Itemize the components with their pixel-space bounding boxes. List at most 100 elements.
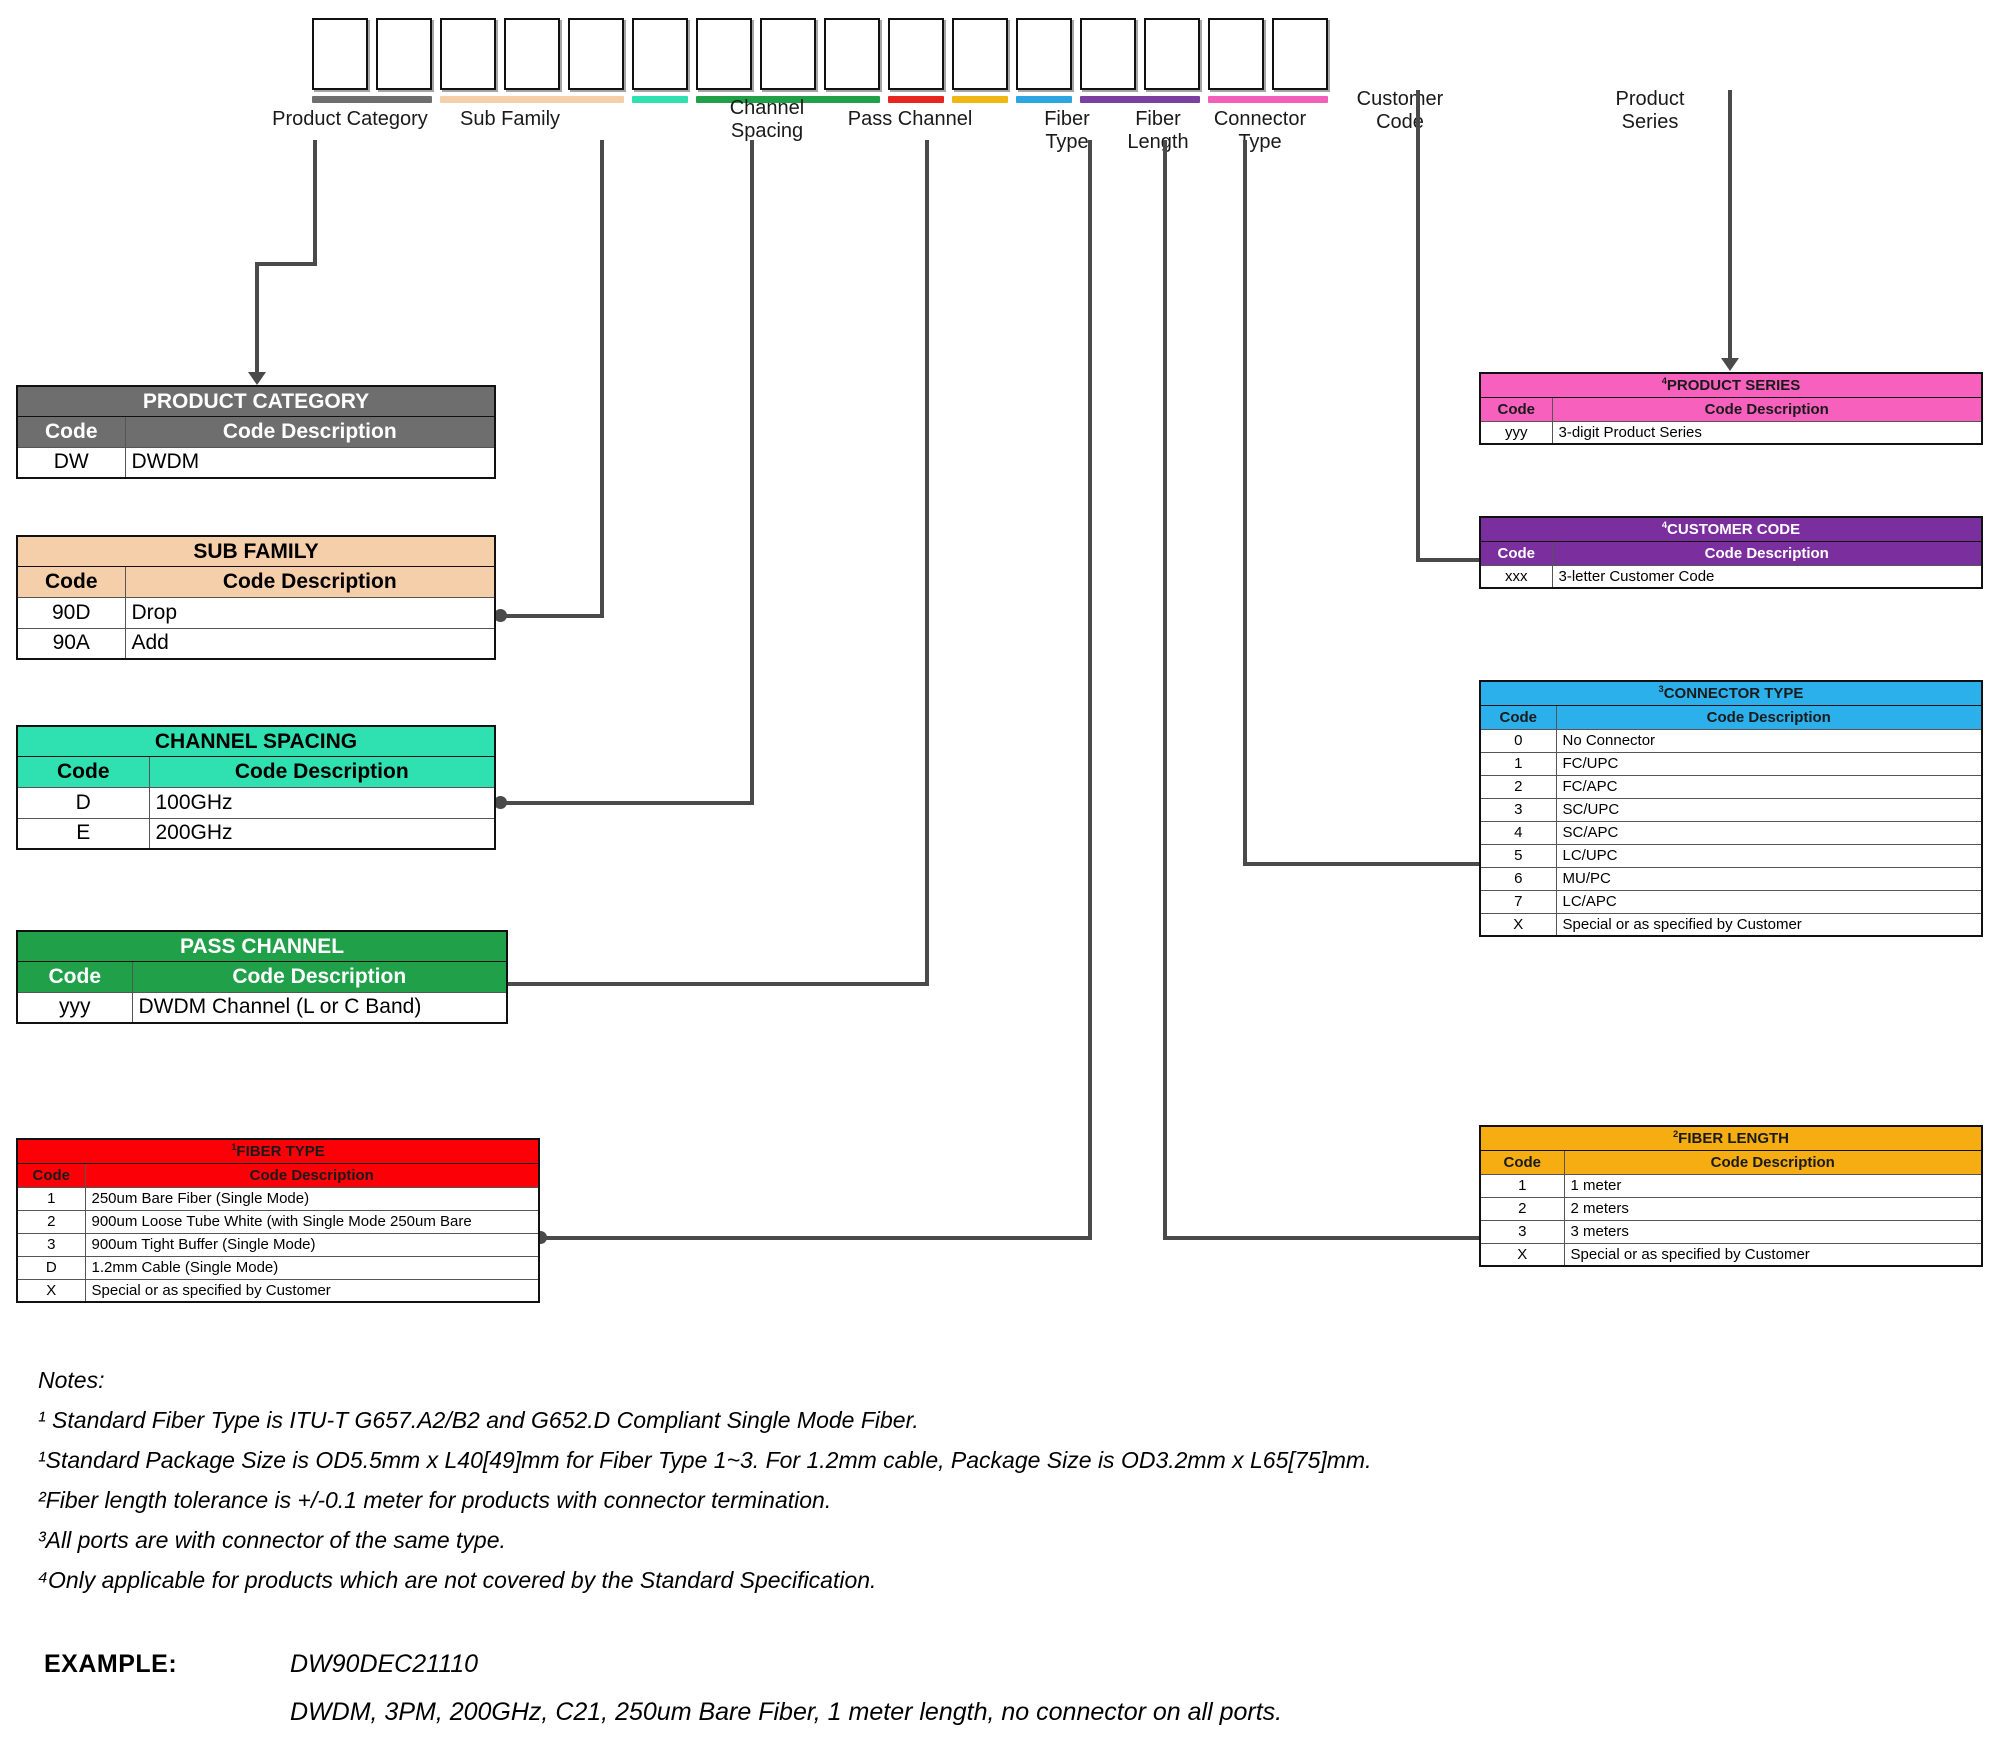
cell-desc: 200GHz [148, 817, 496, 850]
col-header-desc: Code Description [1563, 1149, 1983, 1175]
cell-desc: Special or as specified by Customer [1563, 1242, 1983, 1267]
code-box-2[interactable] [376, 18, 432, 90]
cell-desc: Add [124, 627, 496, 660]
col-header-desc: Code Description [124, 415, 496, 448]
col-header-desc: Code Description [1555, 704, 1983, 730]
col-header-desc: Code Description [124, 565, 496, 598]
cell-desc: FC/UPC [1555, 751, 1983, 776]
leader-sub-family-v [600, 140, 604, 618]
note-item-5: ⁴Only applicable for products which are … [38, 1567, 877, 1593]
table-title-sub-family: SUB FAMILY [16, 535, 496, 567]
cell-desc: 1 meter [1563, 1173, 1983, 1198]
cell-desc: 100GHz [148, 786, 496, 819]
cell-desc: 3-digit Product Series [1551, 420, 1983, 445]
table-row: D 1.2mm Cable (Single Mode) [16, 1255, 540, 1280]
leader-customer-code-h [1416, 558, 1488, 562]
table-row: 0 No Connector [1479, 728, 1983, 753]
cell-desc: 900um Loose Tube White (with Single Mode… [84, 1209, 540, 1234]
code-box-9[interactable] [824, 18, 880, 90]
table-row: 90D Drop [16, 596, 496, 629]
col-header-code: Code [16, 755, 150, 788]
cell-code: 2 [16, 1209, 86, 1234]
code-box-10[interactable] [888, 18, 944, 90]
cell-desc: 2 meters [1563, 1196, 1983, 1221]
cell-code: 3 [16, 1232, 86, 1257]
table-row: DW DWDM [16, 446, 496, 479]
table-row: D 100GHz [16, 786, 496, 819]
note-item-2: ¹Standard Package Size is OD5.5mm x L40[… [38, 1447, 1372, 1473]
table-row: 4 SC/APC [1479, 820, 1983, 845]
table-title-pass-channel: PASS CHANNEL [16, 930, 508, 962]
code-box-8[interactable] [760, 18, 816, 90]
col-header-code: Code [16, 960, 133, 993]
cell-desc: LC/APC [1555, 889, 1983, 914]
col-header-code: Code [16, 415, 126, 448]
table-row: 1 FC/UPC [1479, 751, 1983, 776]
table-title-product-category: PRODUCT CATEGORY [16, 385, 496, 417]
cell-desc: DWDM Channel (L or C Band) [131, 991, 508, 1024]
cell-desc: 3 meters [1563, 1219, 1983, 1244]
cell-code: X [16, 1278, 86, 1303]
code-box-7[interactable] [696, 18, 752, 90]
code-box-12[interactable] [1016, 18, 1072, 90]
code-box-6[interactable] [632, 18, 688, 90]
group-label-fiber-type: Fiber Type [1044, 108, 1090, 153]
leader-product-category-arrow [248, 372, 266, 385]
cell-code: xxx [1479, 564, 1553, 589]
cell-desc: MU/PC [1555, 866, 1983, 891]
code-box-4[interactable] [504, 18, 560, 90]
code-box-11[interactable] [952, 18, 1008, 90]
color-bar-customer-code [1080, 96, 1200, 103]
table-row: 2 FC/APC [1479, 774, 1983, 799]
example-description: DWDM, 3PM, 200GHz, C21, 250um Bare Fiber… [290, 1698, 1283, 1726]
table-row: 22 meters [1479, 1196, 1983, 1221]
table-row: 33 meters [1479, 1219, 1983, 1244]
cell-code: 1 [1479, 1173, 1565, 1198]
cell-code: 7 [1479, 889, 1557, 914]
example-part-number: DW90DEC21110 [290, 1650, 479, 1678]
cell-code: 6 [1479, 866, 1557, 891]
leader-connector-type-v [1243, 140, 1247, 866]
color-bar-fiber-length [952, 96, 1008, 103]
leader-customer-code-v [1416, 90, 1420, 562]
table-row: E 200GHz [16, 817, 496, 850]
table-title-fiber-type: 1FIBER TYPE [16, 1138, 540, 1164]
note-item-3: ²Fiber length tolerance is +/-0.1 meter … [38, 1487, 832, 1513]
table-row: 3 900um Tight Buffer (Single Mode) [16, 1232, 540, 1257]
group-label-sub-family: Sub Family [459, 108, 561, 130]
table-row: xxx 3-letter Customer Code [1479, 564, 1983, 589]
code-box-13[interactable] [1080, 18, 1136, 90]
code-box-16[interactable] [1272, 18, 1328, 90]
leader-product-series-v1 [1728, 90, 1732, 216]
code-box-15[interactable] [1208, 18, 1264, 90]
table-customer-code: 4CUSTOMER CODE Code Code Description xxx… [1479, 516, 1983, 589]
cell-desc: 250um Bare Fiber (Single Mode) [84, 1186, 540, 1211]
code-box-3[interactable] [440, 18, 496, 90]
table-connector-type: 3CONNECTOR TYPE Code Code Description 0N… [1479, 680, 1983, 937]
col-header-desc: Code Description [84, 1162, 540, 1188]
group-label-fiber-length: Fiber Length [1127, 108, 1189, 153]
color-bar-product-category [312, 96, 432, 103]
cell-code: yyy [1479, 420, 1553, 445]
cell-desc: LC/UPC [1555, 843, 1983, 868]
col-header-desc: Code Description [1551, 396, 1983, 422]
code-box-1[interactable] [312, 18, 368, 90]
table-title-connector-type: 3CONNECTOR TYPE [1479, 680, 1983, 706]
group-label-pass-channel: Pass Channel [847, 108, 973, 130]
table-title-channel-spacing: CHANNEL SPACING [16, 725, 496, 757]
cell-code: yyy [16, 991, 133, 1024]
cell-code: E [16, 817, 150, 850]
table-row: 2 900um Loose Tube White (with Single Mod… [16, 1209, 540, 1234]
table-product-series: 4PRODUCT SERIES Code Code Description yy… [1479, 372, 1983, 445]
table-pass-channel: PASS CHANNEL Code Code Description yyy D… [16, 930, 508, 1024]
cell-desc: Drop [124, 596, 496, 629]
cell-desc: No Connector [1555, 728, 1983, 753]
cell-desc: 1.2mm Cable (Single Mode) [84, 1255, 540, 1280]
code-box-5[interactable] [568, 18, 624, 90]
leader-product-series-v2 [1728, 212, 1732, 362]
code-box-14[interactable] [1144, 18, 1200, 90]
leader-channel-spacing-h [500, 801, 754, 805]
col-header-code: Code [1479, 540, 1553, 566]
cell-code: 3 [1479, 1219, 1565, 1244]
cell-code: 2 [1479, 774, 1557, 799]
